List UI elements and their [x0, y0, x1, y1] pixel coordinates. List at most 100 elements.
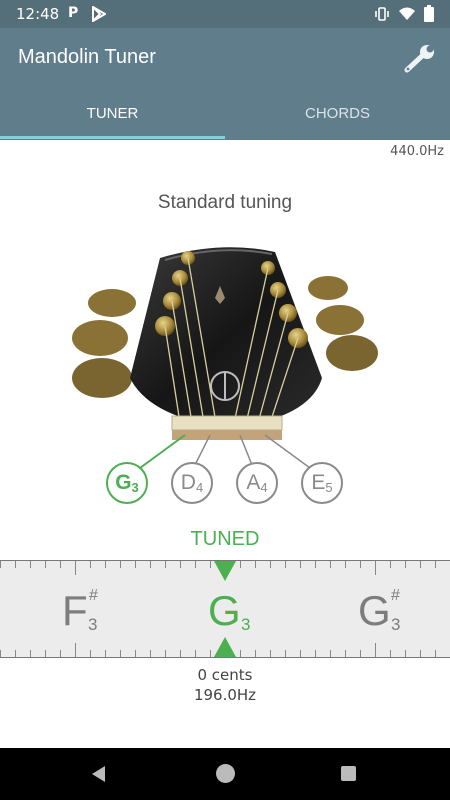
tab-chords[interactable]: CHORDS — [225, 104, 450, 140]
parking-icon: P — [68, 5, 79, 21]
string-note: E — [311, 471, 326, 494]
scale-tick — [345, 561, 346, 568]
scale-tick — [30, 561, 31, 568]
scale-note-left: F # 3 — [62, 587, 98, 635]
sharp-sign: # — [89, 587, 98, 604]
back-icon[interactable] — [92, 766, 105, 782]
reference-frequency[interactable]: 440.0Hz — [390, 144, 444, 159]
string-connector-lines — [139, 434, 311, 469]
scale-tick — [300, 650, 301, 657]
tuner-scale: F # 3 G 3 G # 3 — [0, 560, 450, 658]
string-octave: 5 — [325, 480, 333, 495]
scale-tick — [0, 561, 1, 568]
scale-tick — [405, 650, 406, 657]
note-octave: 3 — [241, 615, 251, 634]
scale-tick — [255, 561, 256, 568]
scale-tick — [75, 561, 76, 575]
scale-tick — [90, 561, 91, 568]
scale-tick — [180, 650, 181, 657]
scale-tick — [105, 650, 106, 657]
pitch-indicator-bottom — [214, 637, 236, 657]
scale-tick — [360, 650, 361, 657]
string-note: A — [246, 471, 261, 494]
scale-tick — [420, 650, 421, 657]
recents-icon[interactable] — [341, 766, 356, 781]
scale-tick — [375, 643, 376, 657]
scale-tick — [345, 650, 346, 657]
home-icon[interactable] — [216, 764, 235, 783]
wrench-icon[interactable] — [402, 44, 438, 74]
scale-tick — [270, 650, 271, 657]
scale-tick — [315, 650, 316, 657]
scale-tick — [60, 561, 61, 568]
scale-tick — [30, 650, 31, 657]
scale-note-right: G # 3 — [358, 587, 400, 635]
tab-indicator — [0, 136, 225, 139]
scale-tick — [195, 561, 196, 568]
scale-tick — [0, 650, 1, 657]
scale-tick — [435, 650, 436, 657]
scale-tick — [210, 561, 211, 568]
note-letter: F — [62, 587, 88, 634]
scale-tick — [420, 561, 421, 568]
note-letter: G — [208, 587, 241, 634]
scale-tick — [45, 561, 46, 568]
scale-tick — [285, 650, 286, 657]
scale-tick — [90, 650, 91, 657]
tab-tuner[interactable]: TUNER — [0, 104, 225, 140]
scale-tick — [120, 561, 121, 568]
play-store-icon — [92, 6, 106, 22]
string-button-d4[interactable]: D4 — [171, 462, 213, 504]
battery-icon — [424, 5, 434, 22]
vibrate-icon — [375, 7, 389, 21]
sharp-sign: # — [391, 587, 400, 604]
string-button-e5[interactable]: E5 — [301, 462, 343, 504]
scale-tick — [165, 561, 166, 568]
scale-note-center: G 3 — [208, 587, 250, 635]
app-bar: Mandolin Tuner TUNER CHORDS — [0, 28, 450, 140]
scale-tick — [210, 650, 211, 657]
scale-tick — [150, 650, 151, 657]
frequency-readout: 196.0Hz — [193, 686, 257, 704]
scale-tick — [240, 650, 241, 657]
string-octave: 3 — [131, 480, 139, 495]
scale-tick — [240, 561, 241, 568]
scale-tick — [330, 650, 331, 657]
scale-tick — [375, 561, 376, 575]
status-time: 12:48 — [16, 5, 60, 23]
scale-tick — [150, 561, 151, 568]
wifi-icon — [399, 7, 415, 20]
tuning-name[interactable]: Standard tuning — [0, 192, 450, 214]
scale-tick — [285, 561, 286, 568]
note-octave: 3 — [391, 615, 401, 634]
scale-tick — [15, 561, 16, 568]
scale-tick — [405, 561, 406, 568]
app-title: Mandolin Tuner — [18, 46, 156, 68]
scale-tick — [255, 650, 256, 657]
scale-tick — [270, 561, 271, 568]
pitch-indicator-top — [214, 561, 236, 581]
scale-tick — [75, 643, 76, 657]
scale-tick — [360, 561, 361, 568]
mandolin-headstock-image — [72, 247, 378, 440]
scale-tick — [180, 561, 181, 568]
tuning-status: TUNED — [190, 528, 260, 550]
note-octave: 3 — [88, 615, 98, 634]
string-note: G — [115, 471, 132, 494]
scale-tick — [135, 650, 136, 657]
scale-tick — [330, 561, 331, 568]
scale-tick — [45, 650, 46, 657]
scale-tick — [15, 650, 16, 657]
string-button-g3[interactable]: G3 — [106, 462, 148, 504]
scale-tick — [105, 561, 106, 568]
status-bar: 12:48 P — [0, 0, 450, 28]
scale-tick — [165, 650, 166, 657]
scale-tick — [390, 561, 391, 568]
scale-tick — [120, 650, 121, 657]
scale-tick — [60, 650, 61, 657]
scale-tick — [315, 561, 316, 568]
scale-tick — [300, 561, 301, 568]
string-octave: 4 — [195, 480, 204, 495]
system-nav-bar — [0, 748, 450, 800]
string-button-a4[interactable]: A4 — [236, 462, 278, 504]
